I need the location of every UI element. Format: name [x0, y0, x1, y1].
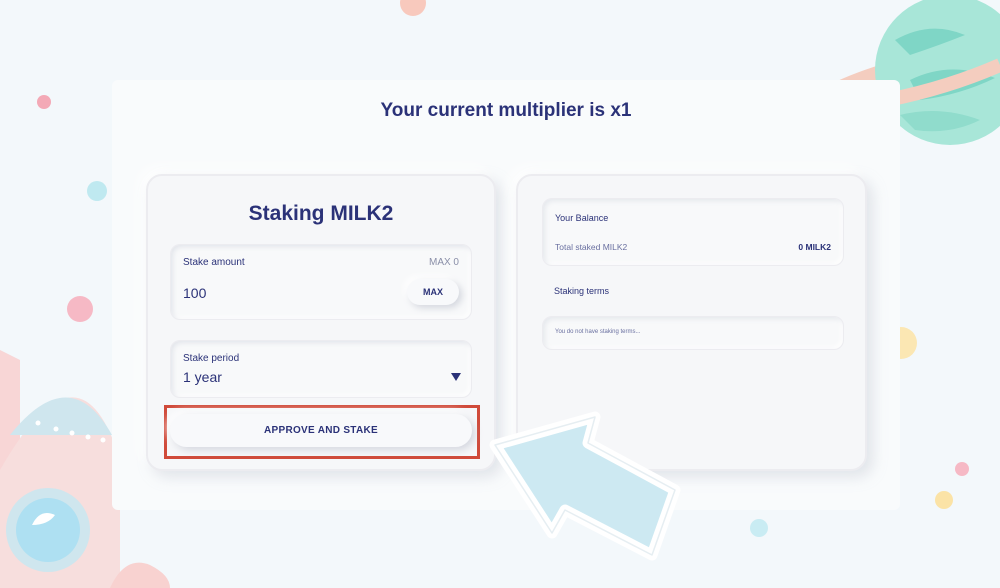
stake-period-select[interactable]: Stake period 1 year: [170, 340, 472, 398]
stake-period-label: Stake period: [183, 353, 240, 364]
staking-title: Staking MILK2: [248, 202, 394, 225]
staking-terms-empty-text: You do not have staking terms...: [555, 329, 641, 335]
decor-dot: [955, 462, 969, 476]
approve-highlight-frame: APPROVE AND STAKE: [164, 405, 480, 459]
stake-period-value: 1 year: [183, 369, 222, 385]
staking-terms-box: You do not have staking terms...: [542, 316, 844, 350]
balance-box: Your Balance Total staked MILK2 0 MILK2: [542, 198, 844, 266]
total-staked-value: 0 MILK2: [798, 242, 831, 252]
caret-down-icon[interactable]: [451, 373, 461, 381]
multiplier-heading: Your current multiplier is x1: [380, 100, 632, 121]
max-button[interactable]: MAX: [407, 279, 459, 305]
decor-dot: [37, 95, 51, 109]
stake-amount-label: Stake amount: [183, 257, 245, 268]
decor-dot: [935, 491, 953, 509]
total-staked-label: Total staked MILK2: [555, 242, 628, 252]
pointer-arrow-icon: [489, 411, 681, 561]
decor-dot: [750, 519, 768, 537]
decor-dot: [67, 296, 93, 322]
stake-amount-field: Stake amount MAX 0 MAX: [170, 244, 472, 320]
staking-terms-title: Staking terms: [554, 286, 610, 296]
decor-dot: [400, 0, 426, 16]
balance-title: Your Balance: [555, 213, 609, 223]
approve-and-stake-button[interactable]: APPROVE AND STAKE: [170, 414, 472, 447]
max-available-text: MAX 0: [428, 257, 459, 268]
decor-dot: [87, 181, 107, 201]
stake-amount-input[interactable]: [183, 285, 333, 301]
